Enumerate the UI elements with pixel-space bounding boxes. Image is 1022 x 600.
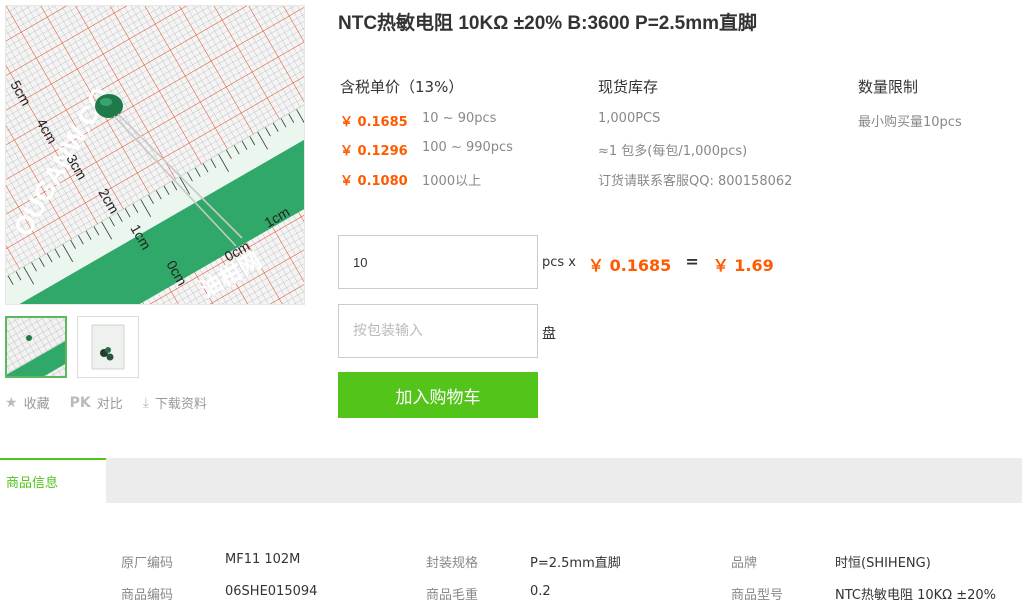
package-unit: 盘 bbox=[542, 326, 556, 342]
product-title: NTC热敏电阻 10KΩ ±20% B:3600 P=2.5mm直脚 bbox=[338, 13, 757, 34]
quantity-input[interactable] bbox=[338, 235, 538, 289]
equals-sign: = bbox=[685, 252, 699, 271]
total-price: ￥ 1.69 bbox=[712, 256, 774, 275]
tier-price: ￥ 0.1080 bbox=[340, 174, 408, 189]
download-button[interactable]: ⤓ 下载资料 bbox=[142, 393, 207, 413]
info-value: 06SHE015094 bbox=[225, 584, 318, 599]
compare-label: 对比 bbox=[96, 397, 123, 412]
unit-price: ￥ 0.1685 bbox=[588, 256, 672, 275]
tier-range: 10 ~ 90pcs bbox=[422, 111, 497, 126]
product-actions: ★ 收藏 PK 对比 ⤓ 下载资料 bbox=[5, 393, 207, 413]
favorite-label: 收藏 bbox=[23, 397, 50, 412]
stock-quantity: 1,000PCS bbox=[598, 111, 661, 126]
price-tier-row: ￥ 0.1296 100 ~ 990pcs bbox=[340, 140, 513, 159]
stock-header: 现货库存 bbox=[598, 78, 659, 96]
add-to-cart-button[interactable]: 加入购物车 bbox=[338, 372, 538, 418]
info-value: MF11 102M bbox=[225, 552, 301, 567]
info-label: 品牌 bbox=[731, 556, 758, 571]
thumbnail-2[interactable] bbox=[77, 316, 139, 378]
info-label: 商品毛重 bbox=[426, 588, 479, 600]
price-tier-row: ￥ 0.1080 1000以上 bbox=[340, 170, 481, 189]
info-value: NTC热敏电阻 10KΩ ±20% B:... bbox=[835, 588, 997, 600]
info-label: 原厂编码 bbox=[121, 556, 174, 571]
tier-price: ￥ 0.1685 bbox=[340, 115, 408, 130]
info-value: 0.2 bbox=[530, 584, 551, 599]
info-value: P=2.5mm直脚 bbox=[530, 556, 621, 571]
info-tab-bar: 商品信息 bbox=[0, 458, 1022, 503]
stock-contact: 订货请联系客服QQ: 800158062 bbox=[598, 174, 793, 189]
favorite-button[interactable]: ★ 收藏 bbox=[5, 393, 50, 413]
info-label: 商品型号 bbox=[731, 588, 784, 600]
info-label: 封装规格 bbox=[426, 556, 479, 571]
compare-button[interactable]: PK 对比 bbox=[69, 393, 123, 413]
product-main-image[interactable]: OUGANW.CO 油柑网 5cm 4cm 3cm 2cm 1cm 0cm 0cm 1cm bbox=[5, 5, 305, 305]
tier-range: 1000以上 bbox=[422, 174, 482, 189]
tab-product-info[interactable]: 商品信息 bbox=[0, 458, 106, 503]
pk-icon: PK bbox=[69, 394, 91, 411]
price-calculation: ￥ 0.1685 = ￥ 1.69 bbox=[588, 252, 774, 276]
download-icon: ⤓ bbox=[142, 394, 149, 411]
tier-price: ￥ 0.1296 bbox=[340, 144, 408, 159]
price-tier-row: ￥ 0.1685 10 ~ 90pcs bbox=[340, 111, 496, 130]
thumbnail-1[interactable] bbox=[5, 316, 67, 378]
stock-package: ≈1 包多(每包/1,000pcs) bbox=[598, 144, 748, 159]
product-photo: OUGANW.CO 油柑网 5cm4cm3cm2cm1cm0cm0cm1cm bbox=[6, 6, 304, 304]
limit-header: 数量限制 bbox=[858, 78, 919, 96]
info-value: 时恒(SHIHENG) bbox=[835, 556, 931, 571]
price-header: 含税单价（13%） bbox=[340, 78, 464, 96]
package-input[interactable] bbox=[338, 304, 538, 358]
download-label: 下载资料 bbox=[154, 397, 207, 412]
min-order: 最小购买量10pcs bbox=[858, 115, 962, 130]
info-label: 商品编码 bbox=[121, 588, 174, 600]
tier-range: 100 ~ 990pcs bbox=[422, 140, 513, 155]
star-icon: ★ bbox=[5, 394, 18, 411]
quantity-unit: pcs x bbox=[542, 255, 576, 270]
